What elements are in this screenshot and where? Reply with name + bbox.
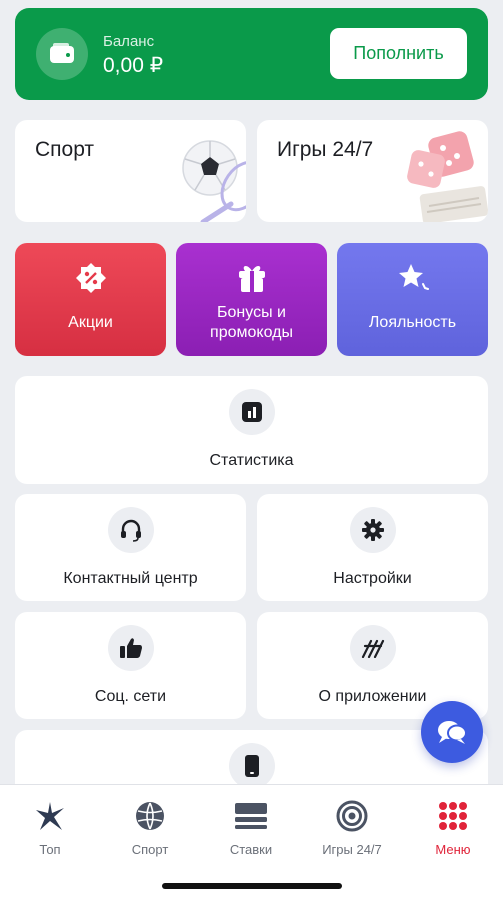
ball-icon	[134, 799, 166, 833]
tab-menu-label: Меню	[435, 842, 471, 857]
statistics-label: Статистика	[209, 452, 294, 469]
bonuses-label: Бонусы и промокоды	[210, 304, 293, 341]
wallet-icon	[36, 28, 88, 80]
tab-sport[interactable]: Спорт	[100, 799, 200, 857]
star-burst-icon	[34, 799, 66, 833]
phone-icon	[228, 743, 275, 789]
tab-games-label: Игры 24/7	[322, 842, 382, 857]
home-indicator	[162, 883, 342, 889]
chart-icon	[228, 389, 275, 435]
balance-card: Баланс 0,00 ₽ Пополнить	[15, 8, 488, 100]
chat-button[interactable]	[421, 701, 483, 763]
contact-center-label: Контактный центр	[63, 570, 198, 587]
promos-label: Акции	[68, 314, 113, 331]
tab-games[interactable]: Игры 24/7	[302, 799, 402, 857]
tab-top[interactable]: Топ	[0, 799, 100, 857]
bonuses-tile[interactable]: Бонусы и промокоды	[176, 243, 327, 356]
chat-bubbles-icon	[438, 721, 467, 744]
settings-tile[interactable]: Настройки	[257, 494, 488, 601]
social-label: Соц. сети	[94, 688, 167, 705]
tab-bets[interactable]: Ставки	[201, 799, 301, 857]
loyalty-label: Лояльность	[368, 314, 457, 331]
gear-icon	[349, 507, 396, 553]
statistics-tile[interactable]: Статистика	[15, 376, 488, 484]
sport-title: Спорт	[35, 138, 95, 161]
promos-tile[interactable]: Акции	[15, 243, 166, 356]
coupon-stack-icon	[234, 799, 268, 833]
tab-bets-label: Ставки	[229, 842, 273, 857]
soccer-tennis-image	[182, 140, 246, 222]
tab-sport-label: Спорт	[131, 842, 169, 857]
games-title: Игры 24/7	[277, 138, 374, 161]
settings-label: Настройки	[333, 570, 412, 587]
social-tile[interactable]: Соц. сети	[15, 612, 246, 719]
dice-image	[407, 131, 488, 222]
loyalty-tile[interactable]: Лояльность	[337, 243, 488, 356]
gift-box-icon	[237, 261, 267, 295]
balance-value: 0,00 ₽	[103, 54, 164, 77]
app-logo-icon	[349, 625, 396, 671]
about-label: О приложении	[318, 688, 427, 705]
star-sparkle-icon	[397, 261, 429, 295]
contact-center-tile[interactable]: Контактный центр	[15, 494, 246, 601]
headset-icon	[107, 507, 154, 553]
games-card[interactable]: Игры 24/7	[257, 120, 488, 222]
discount-badge-icon	[75, 261, 107, 295]
topup-button[interactable]: Пополнить	[330, 28, 467, 79]
tab-top-label: Топ	[39, 842, 61, 857]
balance-label: Баланс	[103, 33, 155, 50]
sport-card[interactable]: Спорт	[15, 120, 246, 222]
grid-dots-icon	[438, 799, 468, 833]
thumbs-up-icon	[107, 625, 154, 671]
target-icon	[336, 799, 368, 833]
tab-menu[interactable]: Меню	[403, 799, 503, 857]
